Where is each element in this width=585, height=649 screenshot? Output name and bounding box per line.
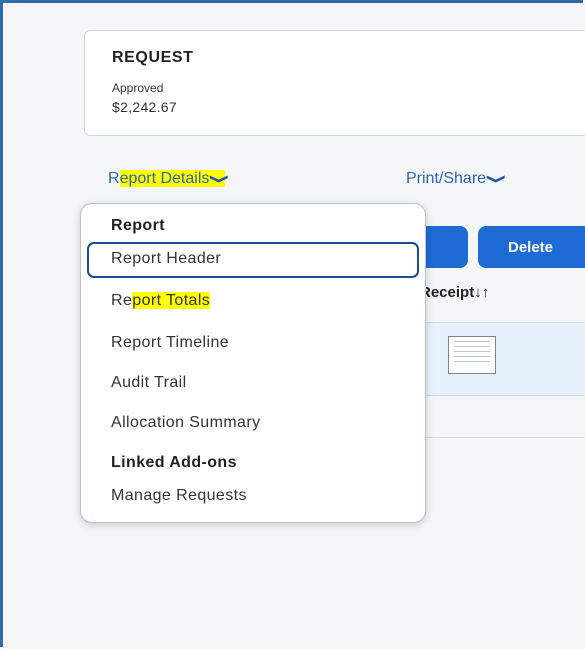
request-title: REQUEST [112, 49, 194, 66]
chevron-down-icon: ❯ [209, 173, 231, 185]
request-status: Approved [112, 81, 164, 95]
receipt-header-label: Receipt [420, 284, 475, 301]
request-amount: $2,242.67 [112, 99, 177, 115]
menu-item-audit-trail[interactable]: Audit Trail [111, 374, 187, 392]
row-divider [420, 437, 585, 438]
menu-section-report: Report [111, 217, 165, 234]
report-details-link[interactable]: Report Details ❯ [108, 170, 230, 188]
chevron-down-icon: ❯ [486, 173, 508, 185]
delete-button-label: Delete [508, 238, 554, 256]
print-share-label: Print/Share [406, 170, 487, 187]
report-totals-label-highlighted: port Totals [132, 292, 211, 309]
report-totals-label-start: Re [111, 292, 133, 309]
delete-button[interactable]: Delete [478, 226, 585, 268]
report-details-label-rest: eport Details [119, 170, 210, 187]
report-details-label-highlighted: eport Details ❯ [119, 170, 230, 187]
report-details-menu: Report Report Header Report Totals Repor… [80, 203, 426, 523]
receipt-column-header[interactable]: Receipt↓↑ [420, 284, 489, 301]
request-summary-card: REQUEST Approved $2,242.67 [84, 30, 585, 136]
receipt-thumbnail[interactable] [448, 336, 496, 374]
menu-item-report-header[interactable]: Report Header [111, 250, 221, 268]
print-share-link[interactable]: Print/Share ❯ [406, 170, 507, 188]
menu-item-report-totals[interactable]: Report Totals [111, 292, 211, 310]
menu-section-linked-add-ons: Linked Add-ons [111, 454, 237, 471]
table-row[interactable] [420, 322, 585, 396]
sort-icon: ↓↑ [474, 284, 490, 301]
menu-item-manage-requests[interactable]: Manage Requests [111, 487, 247, 505]
report-details-label-start: R [108, 170, 120, 187]
menu-item-allocation-summary[interactable]: Allocation Summary [111, 414, 260, 432]
menu-item-report-timeline[interactable]: Report Timeline [111, 334, 229, 352]
